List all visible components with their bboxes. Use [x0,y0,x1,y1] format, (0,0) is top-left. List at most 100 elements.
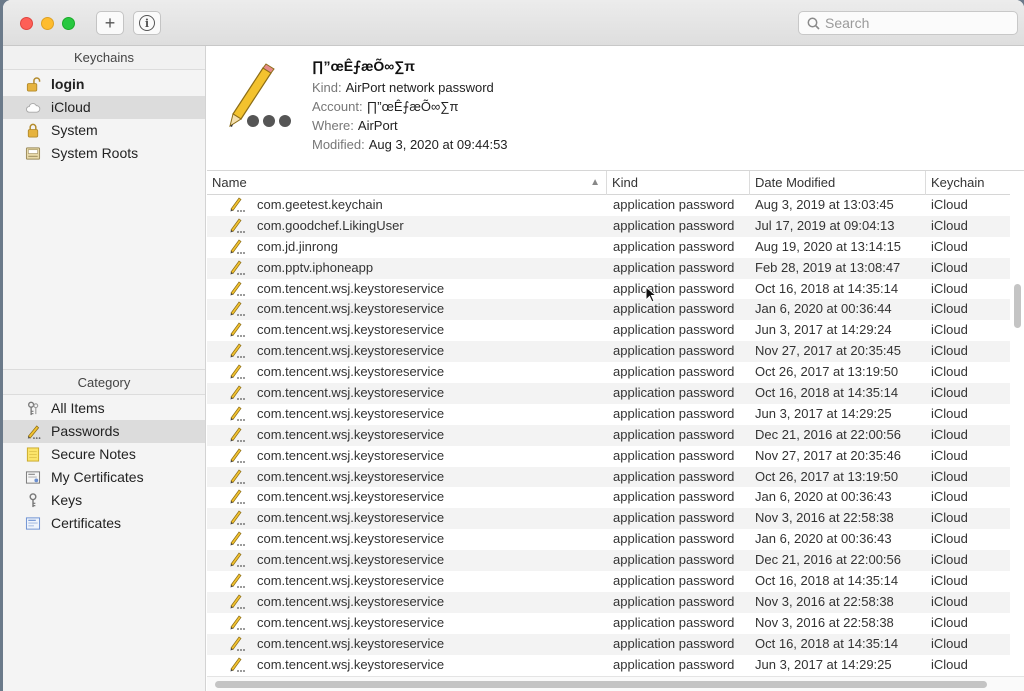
kind-value: AirPort network password [345,80,494,95]
table-row[interactable]: com.tencent.wsj.keystoreservice applicati… [207,487,1010,508]
table-row[interactable]: com.tencent.wsj.keystoreservice applicati… [207,424,1010,446]
table-body: com.geetest.keychain application password… [207,195,1010,675]
title-bar: + i [3,0,1024,46]
cell-date-modified: Oct 16, 2018 at 14:35:14 [755,635,899,651]
table-row[interactable]: com.tencent.wsj.keystoreservice applicati… [207,529,1010,550]
table-row[interactable]: com.tencent.wsj.keystoreservice applicati… [207,341,1010,363]
column-header-date-modified[interactable]: Date Modified [750,171,926,195]
table-row[interactable]: com.tencent.wsj.keystoreservice applicati… [207,383,1010,404]
table-row[interactable]: com.tencent.wsj.keystoreservice applicati… [207,655,1010,676]
table-row[interactable]: com.tencent.wsj.keystoreservice applicati… [207,633,1010,655]
table-row[interactable]: com.pptv.iphoneapp application password Fe… [207,257,1010,279]
category-label: Passwords [51,423,120,439]
cell-name: com.tencent.wsj.keystoreservice [257,552,445,568]
keychain-item-system-roots[interactable]: System Roots [3,142,205,165]
table-row[interactable]: com.tencent.wsj.keystoreservice applicati… [207,571,1010,592]
cell-keychain: iCloud [931,385,968,401]
cell-kind: application password [613,426,735,442]
cell-date-modified: Nov 27, 2017 at 20:35:46 [755,447,902,463]
cell-name: com.goodchef.LikingUser [257,217,404,233]
cell-date-modified: Nov 3, 2016 at 22:58:38 [755,614,894,630]
item-where: Where: AirPort [312,118,398,133]
cell-name: com.tencent.wsj.keystoreservice [257,614,445,630]
column-header-keychain[interactable]: Keychain [926,171,1010,195]
cell-keychain: iCloud [931,301,968,317]
category-item-certificates[interactable]: Certificates [3,512,205,535]
vertical-scrollbar[interactable] [1014,284,1021,328]
password-item-icon [229,448,247,464]
modified-label: Modified: [312,137,365,152]
table-row[interactable]: com.tencent.wsj.keystoreservice applicati… [207,591,1010,613]
cell-date-modified: Feb 28, 2019 at 13:08:47 [755,259,901,275]
column-header-kind[interactable]: Kind [607,171,750,195]
password-item-icon [229,552,247,568]
cell-kind: application password [613,280,735,296]
search-input[interactable] [825,15,1005,31]
table-row[interactable]: com.tencent.wsj.keystoreservice applicati… [207,404,1010,425]
cell-kind: application password [613,489,735,505]
password-item-icon [229,281,247,297]
table-row[interactable]: com.geetest.keychain application password… [207,195,1010,216]
cloud-icon [26,103,41,113]
cell-date-modified: Aug 19, 2020 at 13:14:15 [755,238,902,254]
account-label: Account: [312,99,363,114]
cell-date-modified: Jun 3, 2017 at 14:29:24 [755,322,892,338]
category-item-secure-notes[interactable]: Secure Notes [3,443,205,466]
kind-label: Kind: [312,80,342,95]
cell-kind: application password [613,447,735,463]
cell-kind: application password [613,593,735,609]
category-item-keys[interactable]: Keys [3,489,205,512]
item-title: ∏”œÊ⨍æÕ∞∑π [312,58,415,74]
cell-kind: application password [613,614,735,630]
table-row[interactable]: com.tencent.wsj.keystoreservice applicati… [207,279,1010,300]
cell-kind: application password [613,322,735,338]
cell-keychain: iCloud [931,531,968,547]
search-field[interactable] [798,11,1018,35]
keychain-item-system[interactable]: System [3,119,205,142]
keychain-item-login[interactable]: login [3,73,205,96]
cell-name: com.tencent.wsj.keystoreservice [257,280,445,296]
plus-icon: + [104,12,116,33]
cell-keychain: iCloud [931,364,968,380]
add-item-button[interactable]: + [96,11,124,35]
get-info-button[interactable]: i [133,11,161,35]
cell-date-modified: Oct 26, 2017 at 13:19:50 [755,364,899,380]
keychain-item-icloud[interactable]: iCloud [3,96,205,119]
cell-kind: application password [613,656,735,672]
category-label: Keys [51,492,83,508]
category-item-all-items[interactable]: All Items [3,397,205,420]
minimize-window-button[interactable] [41,17,54,30]
table-row[interactable]: com.goodchef.LikingUser application passw… [207,215,1010,237]
cell-keychain: iCloud [931,259,968,275]
main-pane: ∏”œÊ⨍æÕ∞∑π Kind: AirPort network password… [207,46,1024,691]
category-item-passwords[interactable]: Passwords [3,420,205,443]
certificate-icon [25,517,41,530]
password-item-icon [229,197,247,213]
table-row[interactable]: com.tencent.wsj.keystoreservice applicati… [207,299,1010,321]
table-row[interactable]: com.tencent.wsj.keystoreservice applicati… [207,446,1010,467]
table-row[interactable]: com.tencent.wsj.keystoreservice applicati… [207,550,1010,572]
table-row[interactable]: com.tencent.wsj.keystoreservice applicati… [207,362,1010,383]
cell-kind: application password [613,259,735,275]
cell-name: com.tencent.wsj.keystoreservice [257,635,445,651]
category-label: Certificates [51,515,122,531]
cell-name: com.tencent.wsj.keystoreservice [257,447,445,463]
pencil-icon [27,425,41,439]
password-item-icon [229,343,247,359]
table-row[interactable]: com.tencent.wsj.keystoreservice applicati… [207,613,1010,634]
table-row[interactable]: com.tencent.wsj.keystoreservice applicati… [207,508,1010,530]
table-row[interactable]: com.tencent.wsj.keystoreservice applicati… [207,320,1010,341]
column-header-name[interactable]: Name ▲ [207,171,607,195]
cell-keychain: iCloud [931,614,968,630]
close-window-button[interactable] [20,17,33,30]
table-row[interactable]: com.tencent.wsj.keystoreservice applicati… [207,466,1010,488]
cell-kind: application password [613,573,735,589]
table-row[interactable]: com.jd.jinrong application password Aug 19… [207,237,1010,258]
password-item-icon [229,636,247,652]
horizontal-scrollbar[interactable] [215,681,987,688]
where-label: Where: [312,118,354,133]
password-item-icon [229,531,247,547]
cell-name: com.tencent.wsj.keystoreservice [257,385,445,401]
zoom-window-button[interactable] [62,17,75,30]
category-item-my-certificates[interactable]: My Certificates [3,466,205,489]
